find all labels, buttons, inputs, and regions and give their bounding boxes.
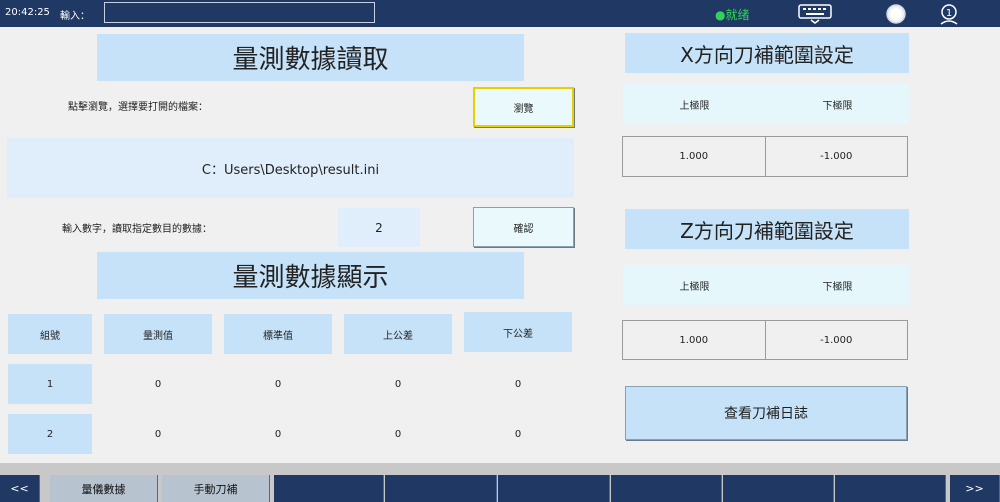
col-header-lower-tol: 下公差 — [464, 312, 572, 352]
z-range-title: Z方向刀補範圍設定 — [625, 209, 909, 249]
col-header-group: 組號 — [8, 314, 92, 354]
col-header-standard: 標準值 — [224, 314, 332, 354]
status-indicator: ●就绪 — [715, 8, 750, 22]
x-range-values: 1.000 -1.000 — [622, 136, 908, 177]
z-range-values: 1.000 -1.000 — [622, 320, 908, 360]
command-input[interactable] — [104, 2, 375, 23]
x-upper-label: 上極限 — [679, 100, 710, 112]
help-user-icon[interactable]: 1 — [932, 2, 966, 26]
file-path-display: C：Users\Desktop\result.ini — [7, 138, 574, 198]
z-upper-value[interactable]: 1.000 — [623, 321, 765, 359]
tab-empty-5[interactable] — [498, 475, 610, 502]
x-range-header: 上極限 下極限 — [623, 84, 909, 124]
bottom-tab-bar: << 量儀數據 手動刀補 >> — [0, 463, 1000, 502]
x-lower-label: 下極限 — [822, 100, 853, 112]
browse-prompt: 點擊瀏覽，選擇要打開的檔案： — [68, 102, 208, 113]
display-section-title: 量測數據顯示 — [97, 252, 524, 299]
next-page-button[interactable]: >> — [950, 475, 1000, 502]
confirm-button[interactable]: 確認 — [473, 207, 574, 247]
row-group-cell: 1 — [8, 364, 92, 404]
tab-empty-4[interactable] — [385, 475, 497, 502]
tab-empty-8[interactable] — [835, 475, 946, 502]
tab-empty-7[interactable] — [723, 475, 834, 502]
col-header-measured: 量測值 — [104, 314, 212, 354]
svg-text:1: 1 — [946, 8, 952, 19]
standard-cell: 0 — [274, 428, 282, 440]
measured-cell: 0 — [154, 378, 162, 390]
x-range-title: X方向刀補範圍設定 — [625, 33, 909, 73]
input-label: 輸入： — [60, 11, 90, 22]
z-upper-label: 上極限 — [679, 281, 710, 293]
keyboard-icon[interactable] — [798, 2, 832, 26]
z-range-header: 上極限 下極限 — [623, 265, 909, 305]
count-input[interactable]: 2 — [338, 208, 420, 247]
read-section-title: 量測數據讀取 — [97, 34, 524, 81]
view-compensation-log-button[interactable]: 查看刀補日誌 — [625, 386, 907, 440]
tab-manual-compensation[interactable]: 手動刀補 — [162, 475, 270, 502]
top-bar: 20:42:25 輸入： ●就绪 1 — [0, 0, 1000, 27]
measured-cell: 0 — [154, 428, 162, 440]
x-lower-value[interactable]: -1.000 — [764, 137, 908, 176]
upper-tol-cell: 0 — [394, 378, 402, 390]
count-prompt: 輸入數字，讀取指定數目的數據： — [62, 224, 212, 235]
lower-tol-cell: 0 — [514, 428, 522, 440]
tab-gauge-data[interactable]: 量儀數據 — [50, 475, 158, 502]
tab-empty-3[interactable] — [274, 475, 384, 502]
power-icon[interactable] — [879, 2, 913, 26]
table-row: 2 0 0 0 0 — [0, 414, 580, 454]
table-row: 1 0 0 0 0 — [0, 364, 580, 404]
upper-tol-cell: 0 — [394, 428, 402, 440]
x-upper-value[interactable]: 1.000 — [623, 137, 765, 176]
z-lower-label: 下極限 — [822, 281, 853, 293]
lower-tol-cell: 0 — [514, 378, 522, 390]
row-group-cell: 2 — [8, 414, 92, 454]
z-lower-value[interactable]: -1.000 — [764, 321, 908, 359]
prev-page-button[interactable]: << — [0, 475, 40, 502]
clock: 20:42:25 — [5, 7, 50, 18]
browse-button[interactable]: 瀏覽 — [473, 87, 574, 127]
col-header-upper-tol: 上公差 — [344, 314, 452, 354]
standard-cell: 0 — [274, 378, 282, 390]
tab-empty-6[interactable] — [611, 475, 722, 502]
